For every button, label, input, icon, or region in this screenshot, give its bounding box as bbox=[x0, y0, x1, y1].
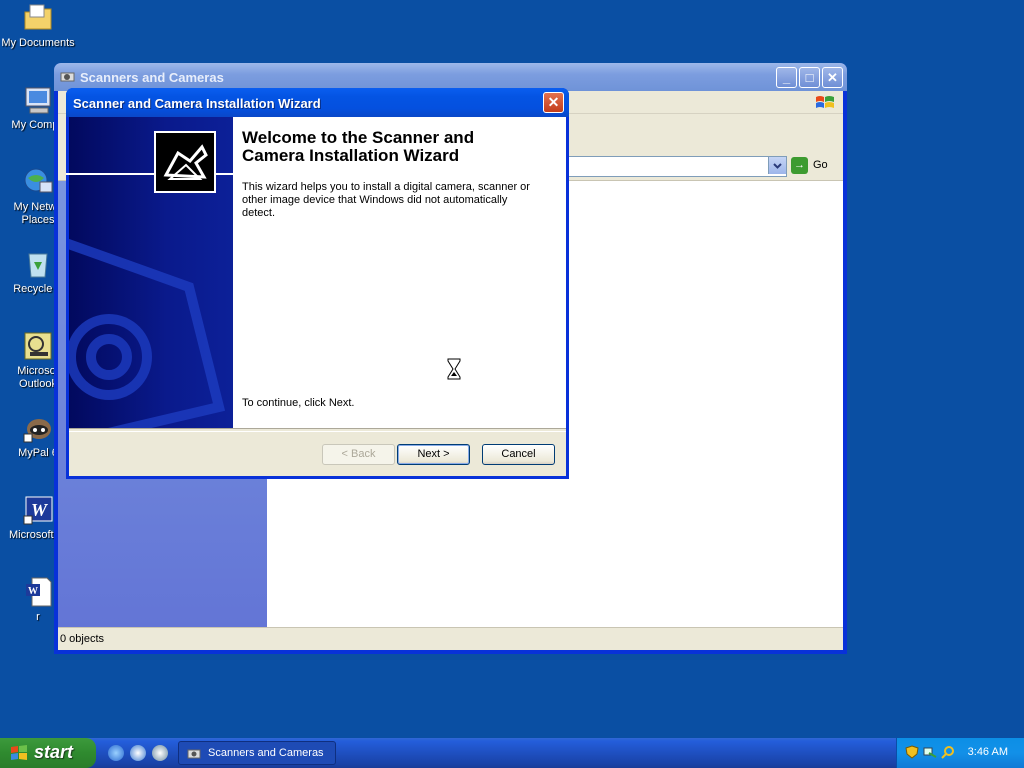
svg-text:W: W bbox=[28, 586, 38, 597]
wizard-heading: Welcome to the Scanner and Camera Instal… bbox=[242, 128, 475, 165]
svg-text:W: W bbox=[31, 500, 49, 520]
system-tray: 3:46 AM bbox=[896, 738, 1024, 768]
wizard-body: Welcome to the Scanner and Camera Instal… bbox=[69, 117, 566, 476]
scanner-camera-icon bbox=[187, 749, 201, 759]
scanner-camera-wizard-icon bbox=[154, 131, 216, 193]
outlook-icon bbox=[22, 330, 54, 362]
media-player-icon[interactable] bbox=[152, 745, 168, 761]
cancel-button[interactable]: Cancel bbox=[482, 444, 555, 465]
explorer-titlebar[interactable]: Scanners and Cameras _ □ ✕ bbox=[54, 63, 847, 91]
wizard-titlebar[interactable]: Scanner and Camera Installation Wizard ✕ bbox=[66, 88, 569, 117]
next-button[interactable]: Next > bbox=[397, 444, 470, 465]
wizard-description: This wizard helps you to install a digit… bbox=[242, 181, 530, 219]
windows-logo-icon bbox=[816, 96, 834, 108]
status-text: 0 objects bbox=[60, 633, 105, 645]
computer-icon bbox=[22, 84, 54, 116]
address-dropdown-button[interactable] bbox=[768, 157, 786, 174]
scanner-camera-icon bbox=[60, 72, 75, 82]
network-tray-icon[interactable] bbox=[923, 745, 937, 759]
wizard-content: Welcome to the Scanner and Camera Instal… bbox=[233, 117, 566, 428]
wizard-continue-text: To continue, click Next. bbox=[242, 397, 355, 409]
start-button[interactable]: start bbox=[0, 738, 96, 768]
word-document-icon: W bbox=[22, 576, 54, 608]
hourglass-cursor-icon bbox=[447, 358, 461, 380]
close-button[interactable]: ✕ bbox=[822, 67, 843, 88]
maximize-button[interactable]: □ bbox=[799, 67, 820, 88]
desktop-icon-my-documents[interactable]: My Documents bbox=[0, 2, 76, 50]
desktop-icon-label: My Documents bbox=[1, 37, 75, 49]
wizard-banner-line bbox=[66, 173, 566, 175]
wizard-separator bbox=[69, 428, 566, 432]
status-bar: 0 objects bbox=[58, 627, 843, 650]
mail-browser-icon[interactable] bbox=[130, 745, 146, 761]
start-label: start bbox=[34, 742, 74, 762]
clock: 3:46 AM bbox=[967, 746, 1008, 758]
taskbar-button-label: Scanners and Cameras bbox=[208, 747, 324, 759]
go-button[interactable]: → Go bbox=[791, 157, 831, 175]
raccoon-icon bbox=[22, 412, 54, 444]
explorer-title: Scanners and Cameras bbox=[80, 70, 224, 85]
search-tray-icon[interactable] bbox=[941, 745, 955, 759]
go-label: Go bbox=[813, 159, 828, 171]
wizard-dialog: Scanner and Camera Installation Wizard ✕… bbox=[66, 88, 569, 479]
security-shield-icon[interactable] bbox=[905, 745, 919, 759]
minimize-button[interactable]: _ bbox=[776, 67, 797, 88]
folder-icon bbox=[22, 2, 54, 34]
chevron-down-icon bbox=[773, 163, 782, 169]
wizard-title: Scanner and Camera Installation Wizard bbox=[73, 96, 321, 111]
network-globe-icon bbox=[22, 166, 54, 198]
recycle-bin-icon bbox=[22, 248, 54, 280]
go-arrow-icon: → bbox=[791, 157, 808, 174]
taskbar-button-scanners-and-cameras[interactable]: Scanners and Cameras bbox=[178, 741, 336, 765]
wizard-close-button[interactable]: ✕ bbox=[543, 92, 564, 113]
taskbar: start Scanners and Cameras 3:46 AM bbox=[0, 738, 1024, 768]
windows-flag-icon bbox=[11, 745, 27, 760]
internet-explorer-icon[interactable] bbox=[108, 745, 124, 761]
back-button[interactable]: < Back bbox=[322, 444, 395, 465]
word-icon: W bbox=[22, 494, 54, 526]
